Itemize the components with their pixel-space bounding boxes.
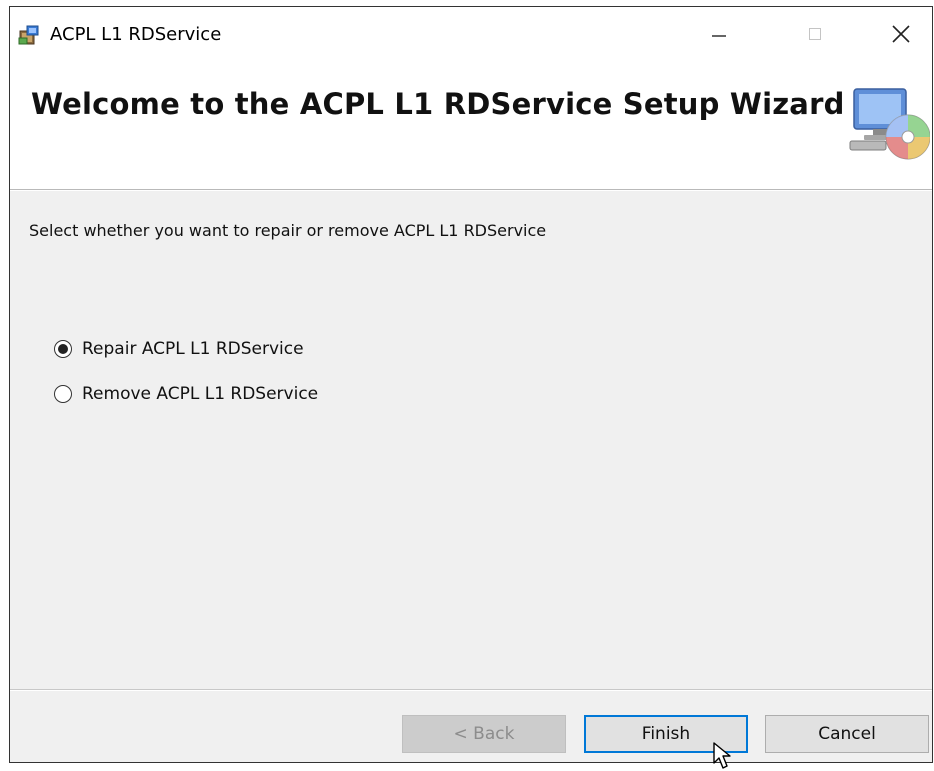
radio-selected-dot — [58, 344, 68, 354]
setup-wizard-window: ACPL L1 RDService Welcome to the ACPL L1… — [9, 6, 933, 763]
remove-radio[interactable] — [54, 385, 72, 403]
wizard-body: Select whether you want to repair or rem… — [10, 191, 932, 689]
window-title: ACPL L1 RDService — [50, 24, 222, 45]
computer-cd-icon — [846, 83, 931, 167]
close-icon — [892, 25, 910, 43]
instruction-text: Select whether you want to repair or rem… — [29, 221, 547, 240]
wizard-footer: < Back Finish Cancel — [10, 691, 932, 762]
title-bar[interactable]: ACPL L1 RDService — [10, 7, 932, 59]
close-button[interactable] — [878, 15, 924, 53]
repair-option-label[interactable]: Repair ACPL L1 RDService — [82, 339, 304, 359]
wizard-header: Welcome to the ACPL L1 RDService Setup W… — [10, 59, 932, 189]
minimize-icon — [712, 35, 726, 37]
maximize-icon — [809, 28, 821, 40]
finish-button[interactable]: Finish — [584, 715, 748, 753]
cancel-button[interactable]: Cancel — [765, 715, 929, 753]
remove-option-label[interactable]: Remove ACPL L1 RDService — [82, 384, 318, 404]
wizard-title: Welcome to the ACPL L1 RDService Setup W… — [31, 87, 845, 121]
back-button[interactable]: < Back — [402, 715, 566, 753]
remove-option[interactable]: Remove ACPL L1 RDService — [54, 384, 318, 404]
installer-app-icon — [18, 24, 40, 46]
maximize-button[interactable] — [792, 15, 838, 53]
repair-radio[interactable] — [54, 340, 72, 358]
repair-option[interactable]: Repair ACPL L1 RDService — [54, 339, 304, 359]
minimize-button[interactable] — [696, 15, 742, 53]
